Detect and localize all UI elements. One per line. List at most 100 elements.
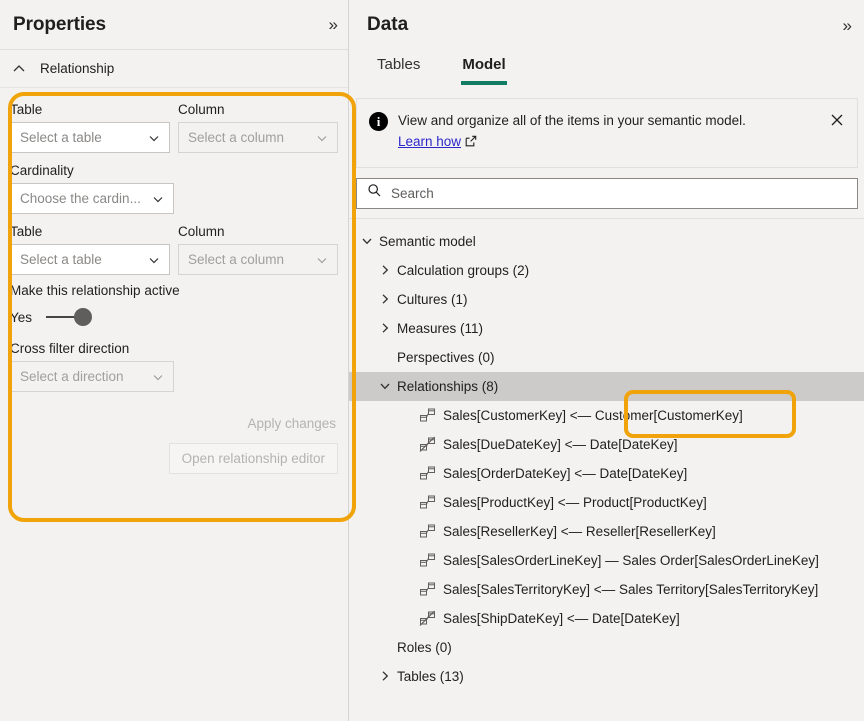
column-label-2: Column <box>178 224 225 239</box>
tree-item-group[interactable]: Semantic model <box>349 227 864 256</box>
column-select-1-value: Select a column <box>188 130 285 145</box>
table-column-row-1: Table Select a table Column Select a col… <box>10 102 338 153</box>
tree-item-group[interactable]: Calculation groups (2) <box>349 256 864 285</box>
table-column-row-2: Table Select a table Column Select a col… <box>10 224 338 275</box>
tree-item-relationship[interactable]: Sales[ShipDateKey] <— Date[DateKey] <box>349 604 864 633</box>
relationship-icon <box>419 494 436 511</box>
open-relationship-editor-button[interactable]: Open relationship editor <box>168 443 338 474</box>
make-active-toggle-row: Yes <box>10 307 338 327</box>
table-field-group-1: Table Select a table <box>10 102 170 153</box>
tree-item-label: Sales[SalesOrderLineKey] — Sales Order[S… <box>443 552 819 568</box>
properties-panel: Properties » Relationship Table Select a… <box>0 0 349 721</box>
tree-item-relationship[interactable]: Sales[ResellerKey] <— Reseller[ResellerK… <box>349 517 864 546</box>
chevron-up-icon <box>10 60 28 78</box>
apply-changes-button[interactable]: Apply changes <box>245 410 338 437</box>
toggle-knob <box>74 308 93 326</box>
table-label-2: Table <box>10 224 43 239</box>
search-placeholder: Search <box>391 185 434 201</box>
relationship-icon <box>419 581 436 598</box>
tree-item-group[interactable]: Cultures (1) <box>349 285 864 314</box>
table-select-2[interactable]: Select a table <box>10 244 170 275</box>
relationship-form: Table Select a table Column Select a col… <box>0 88 348 474</box>
table-select-2-value: Select a table <box>20 252 102 267</box>
tree-item-label: Sales[DueDateKey] <— Date[DateKey] <box>443 436 678 452</box>
toggle-state-label: Yes <box>10 309 33 325</box>
tree-item-label: Sales[CustomerKey] <— Customer[CustomerK… <box>443 407 743 423</box>
tab-tables[interactable]: Tables <box>367 50 430 92</box>
external-link-icon[interactable] <box>464 134 478 155</box>
tree-item-relationship[interactable]: Sales[CustomerKey] <— Customer[CustomerK… <box>349 401 864 430</box>
tree-item-label: Sales[ProductKey] <— Product[ProductKey] <box>443 494 707 510</box>
tab-model[interactable]: Model <box>452 50 515 92</box>
chevron-down-icon <box>147 131 161 145</box>
search-wrap: Search <box>349 168 864 218</box>
cross-filter-select[interactable]: Select a direction <box>10 361 174 392</box>
tree-item-label: Perspectives (0) <box>397 349 495 365</box>
cross-filter-select-value: Select a direction <box>20 369 124 384</box>
tree-item-label: Sales[ResellerKey] <— Reseller[ResellerK… <box>443 523 716 539</box>
tree-item-label: Measures (11) <box>397 320 484 336</box>
cross-filter-field-group: Cross filter direction Select a directio… <box>10 341 338 392</box>
table-field-group-2: Table Select a table <box>10 224 170 275</box>
relationship-icon <box>419 523 436 540</box>
close-icon[interactable] <box>827 112 847 133</box>
relationship-section-label: Relationship <box>40 61 115 76</box>
table-select-1-value: Select a table <box>20 130 102 145</box>
column-select-1[interactable]: Select a column <box>178 122 338 153</box>
relationship-icon <box>419 465 436 482</box>
chevron-right-icon[interactable] <box>373 669 397 683</box>
tree-item-label: Calculation groups (2) <box>397 262 530 278</box>
relationship-section-header[interactable]: Relationship <box>0 50 348 88</box>
page-title: Properties <box>13 13 106 35</box>
tree-item-label: Sales[ShipDateKey] <— Date[DateKey] <box>443 610 680 626</box>
chevron-down-icon <box>147 253 161 267</box>
chevron-right-icon[interactable] <box>373 292 397 306</box>
tree-item-relationship[interactable]: Sales[SalesTerritoryKey] <— Sales Territ… <box>349 575 864 604</box>
open-editor-row: Open relationship editor <box>10 437 338 474</box>
chevron-down-icon[interactable] <box>355 234 379 248</box>
tree-item-label: Roles (0) <box>397 639 452 655</box>
chevron-right-icon[interactable] <box>373 321 397 335</box>
cardinality-label: Cardinality <box>10 163 74 178</box>
chevron-down-icon <box>315 253 329 267</box>
column-field-group-2: Column Select a column <box>178 224 338 275</box>
make-active-label: Make this relationship active <box>10 283 180 298</box>
table-select-1[interactable]: Select a table <box>10 122 170 153</box>
tree-item-group[interactable]: Measures (11) <box>349 314 864 343</box>
search-icon <box>367 183 382 203</box>
tree-item-relationship[interactable]: Sales[DueDateKey] <— Date[DateKey] <box>349 430 864 459</box>
chevron-down-icon <box>151 192 165 206</box>
tree-item-relationship[interactable]: Sales[ProductKey] <— Product[ProductKey] <box>349 488 864 517</box>
learn-how-link[interactable]: Learn how <box>398 134 461 149</box>
tree-item-label: Semantic model <box>379 233 476 249</box>
tree-item-group[interactable]: Tables (13) <box>349 662 864 691</box>
chevron-down-icon[interactable] <box>373 379 397 393</box>
tree-item-label: Cultures (1) <box>397 291 468 307</box>
info-bar-text: View and organize all of the items in yo… <box>398 111 817 155</box>
column-select-2[interactable]: Select a column <box>178 244 338 275</box>
table-label-1: Table <box>10 102 43 117</box>
tree-item-group[interactable]: Perspectives (0) <box>349 343 864 372</box>
chevron-double-right-icon[interactable]: » <box>843 17 853 34</box>
info-bar: i View and organize all of the items in … <box>356 98 858 168</box>
apply-changes-row: Apply changes <box>10 410 338 437</box>
tree-item-relationship[interactable]: Sales[SalesOrderLineKey] — Sales Order[S… <box>349 546 864 575</box>
column-label-1: Column <box>178 102 225 117</box>
tree-item-group[interactable]: Relationships (8) <box>349 371 864 401</box>
chevron-right-icon[interactable] <box>373 263 397 277</box>
data-panel: Data » Tables Model i View and organize … <box>349 0 864 721</box>
chevron-down-icon <box>315 131 329 145</box>
search-input[interactable]: Search <box>356 177 858 209</box>
tree-item-relationship[interactable]: Sales[OrderDateKey] <— Date[DateKey] <box>349 459 864 488</box>
tree-item-label: Sales[SalesTerritoryKey] <— Sales Territ… <box>443 581 819 597</box>
cardinality-select[interactable]: Choose the cardin... <box>10 183 174 214</box>
data-panel-header: Data » <box>349 0 864 50</box>
relationship-icon <box>419 407 436 424</box>
tree-item-label: Relationships (8) <box>397 378 499 394</box>
relationship-inactive-icon <box>419 610 436 627</box>
cardinality-select-value: Choose the cardin... <box>20 191 141 206</box>
cross-filter-label: Cross filter direction <box>10 341 130 356</box>
make-active-toggle[interactable] <box>46 307 93 327</box>
tree-item-group[interactable]: Roles (0) <box>349 633 864 662</box>
chevron-double-right-icon[interactable]: » <box>329 16 339 33</box>
